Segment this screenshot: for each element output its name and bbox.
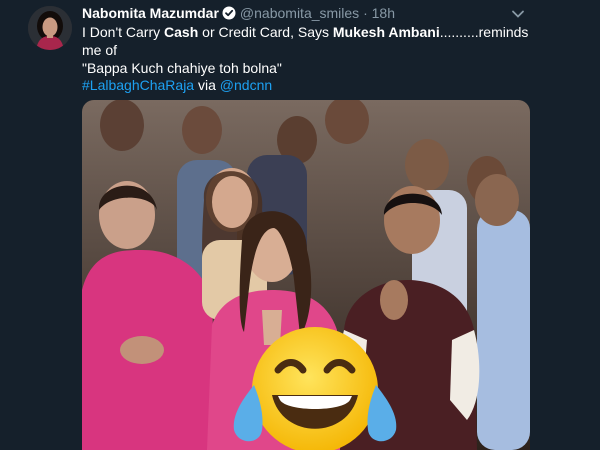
tweet-text-line-1: I Don't Carry Cash or Credit Card, Says … bbox=[82, 23, 542, 59]
tweet[interactable]: Nabomita Mazumdar @nabomita_smiles · 18h … bbox=[0, 0, 600, 450]
author-name[interactable]: Nabomita Mazumdar bbox=[82, 5, 219, 21]
tweet-text: I Don't Carry Cash or Credit Card, Says … bbox=[82, 23, 542, 77]
text-segment: or Credit Card, Says bbox=[198, 24, 333, 40]
text-bold-cash: Cash bbox=[164, 24, 199, 40]
author-handle[interactable]: @nabomita_smiles bbox=[240, 5, 359, 21]
mention-link[interactable]: @ndcnn bbox=[220, 77, 272, 93]
timestamp[interactable]: 18h bbox=[372, 5, 395, 21]
text-segment: I Don't Carry bbox=[82, 24, 165, 40]
tweet-header: Nabomita Mazumdar @nabomita_smiles · 18h bbox=[82, 4, 395, 24]
text-bold-name: Mukesh Ambani bbox=[332, 24, 440, 40]
tweet-text-line-2: "Bappa Kuch chahiye toh bolna" bbox=[82, 60, 282, 76]
tweet-photo[interactable] bbox=[82, 100, 530, 450]
chevron-down-icon[interactable] bbox=[511, 6, 525, 24]
header-separator: · bbox=[363, 5, 368, 21]
via-text: via bbox=[194, 77, 220, 93]
tweet-tags: #LalbaghChaRaja via @ndcnn bbox=[82, 76, 272, 94]
hashtag-link[interactable]: #LalbaghChaRaja bbox=[82, 77, 194, 93]
avatar[interactable] bbox=[28, 6, 72, 50]
verified-badge-icon bbox=[222, 6, 236, 24]
